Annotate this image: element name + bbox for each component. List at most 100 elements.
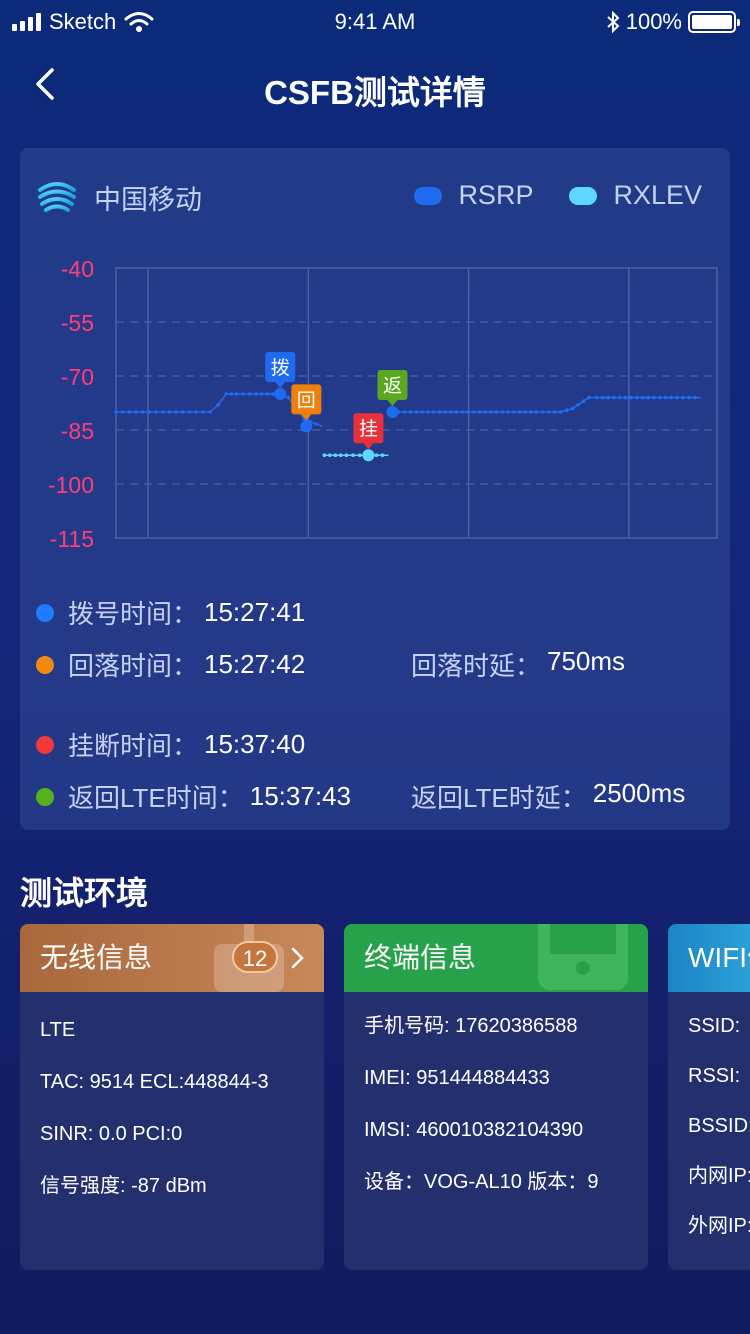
battery-percent: 100% (625, 9, 682, 34)
series-point-rsrp (160, 410, 165, 414)
event-hangup: 挂断时间： 15:37:40 (36, 726, 305, 763)
series-point-rsrp (489, 410, 493, 414)
fallback-delay: 回落时延： 750ms (411, 646, 625, 683)
legend-label-rxlev: RXLEV (613, 180, 702, 210)
series-point-rsrp (114, 410, 118, 414)
series-point-rsrp (224, 392, 228, 396)
y-tick-label: -100 (48, 472, 94, 498)
event-marker-point (386, 406, 399, 418)
series-point-rsrp (675, 395, 679, 400)
chevron-right-icon[interactable] (288, 946, 306, 970)
series-point-rsrp (420, 410, 425, 414)
event-return-lte: 返回LTE时间： 15:37:43 返回LTE时延： 2500ms (36, 778, 726, 815)
wifi-line: 外网IP: (688, 1215, 750, 1237)
y-tick-label: -55 (61, 310, 94, 336)
carrier-name: 中国移动 (94, 184, 202, 215)
series-point-rsrp (174, 410, 178, 414)
series-point-rsrp (431, 410, 436, 414)
battery-icon (688, 11, 740, 33)
series-point-rsrp (612, 395, 616, 400)
nav-bar: CSFB测试详情 (0, 56, 750, 112)
return-lte-time: 15:37:43 (249, 781, 351, 811)
series-point-rsrp (147, 410, 152, 414)
series-point-rsrp (201, 410, 205, 414)
series-point-rsrp (460, 410, 465, 414)
chart-legend: RSRP RXLEV (414, 180, 702, 211)
y-tick-label: -70 (61, 364, 94, 390)
wireless-card-title: 无线信息 (40, 942, 153, 973)
series-point-rsrp (437, 410, 442, 414)
status-right: 100% (606, 9, 740, 35)
wifi-card-header: WIFI信息 (668, 924, 750, 992)
wifi-card-title: WIFI信息 (688, 942, 750, 973)
status-bar: Sketch 9:41 AM 100% (0, 0, 750, 42)
event-dial: 拨号时间： 15:27:41 (36, 594, 305, 631)
fallback-dot-icon (36, 655, 54, 674)
series-point-rsrp (576, 403, 580, 407)
series-point-rsrp (640, 395, 645, 400)
event-marker-point (362, 449, 375, 462)
series-point-rsrp (127, 410, 132, 414)
series-point-rsrp (234, 392, 238, 396)
wireless-count-badge: 12 (232, 941, 278, 973)
series-point-rxlev (344, 453, 349, 457)
series-point-rsrp (483, 410, 487, 414)
series-point-rsrp (663, 395, 668, 400)
return-lte-delay-label: 返回LTE时延： (411, 783, 587, 813)
series-point-rsrp (652, 395, 656, 400)
wireless-info-card[interactable]: 无线信息 12 LTE TAC: 9514 ECL:448844-3 SINR:… (20, 924, 324, 1270)
series-point-rsrp (581, 399, 586, 403)
wireless-line: SINR: 0.0 PCI:0 (40, 1123, 183, 1145)
series-point-rsrp (687, 395, 691, 400)
series-point-rsrp (265, 392, 270, 396)
return-lte-label: 返回LTE时间： (68, 783, 244, 813)
series-point-rsrp (134, 410, 138, 414)
series-point-rxlev (374, 453, 379, 457)
event-fallback: 回落时间： 15:27:42 回落时延： 750ms (36, 646, 726, 683)
legend-item-rsrp: RSRP (414, 180, 533, 211)
event-marker-label: 返 (383, 375, 402, 397)
terminal-line: IMEI: 951444884433 (364, 1067, 550, 1089)
wifi-info-card[interactable]: WIFI信息 SSID: RSSI: BSSID: 内网IP: 外网IP: (668, 924, 750, 1270)
series-point-rxlev (380, 453, 385, 457)
series-point-rsrp (120, 410, 125, 414)
terminal-line: 手机号码: 17620386588 (364, 1015, 578, 1037)
fallback-time: 15:27:42 (204, 649, 306, 679)
wireless-line: 信号强度: -87 dBm (40, 1175, 207, 1197)
series-point-rsrp (477, 410, 482, 414)
fallback-delay-label: 回落时延： (411, 651, 542, 681)
series-point-rsrp (259, 392, 264, 396)
chart-frame (115, 267, 718, 539)
series-point-rsrp (241, 392, 245, 396)
return-lte-delay: 返回LTE时延： 2500ms (411, 778, 685, 815)
event-marker-pointer (363, 443, 374, 450)
series-point-rsrp (546, 410, 551, 414)
series-point-rsrp (454, 410, 459, 414)
series-point-rsrp (414, 410, 419, 414)
series-line-rsrp (392, 396, 701, 413)
signal-chart-card: 中国移动 RSRP RXLEV -40 -55 -70 -85 -100 -115 拨回挂返… (20, 148, 730, 830)
series-point-rsrp (623, 395, 628, 400)
series-point-rsrp (426, 410, 430, 414)
event-marker-pointer (387, 400, 398, 406)
series-point-rsrp (617, 395, 622, 400)
series-point-rsrp (635, 395, 639, 400)
hangup-dot-icon (36, 735, 54, 754)
series-point-rsrp (512, 410, 516, 414)
wifi-line: SSID: (688, 1015, 741, 1037)
series-point-rsrp (629, 395, 633, 400)
series-point-rsrp (564, 408, 569, 412)
event-marker-label: 拨 (271, 357, 290, 379)
hangup-time: 15:37:40 (204, 729, 306, 759)
series-point-rsrp (494, 410, 499, 414)
series-point-rsrp (187, 410, 192, 414)
series-point-rsrp (540, 410, 545, 414)
event-marker-point (300, 420, 313, 433)
fallback-delay-value: 750ms (547, 646, 626, 676)
wifi-line: 内网IP: (688, 1165, 750, 1187)
wifi-card-body: SSID: RSSI: BSSID: 内网IP: 外网IP: (668, 992, 750, 1264)
series-point-rxlev (333, 453, 338, 457)
terminal-info-card[interactable]: 终端信息 手机号码: 17620386588 IMEI: 95144488443… (344, 924, 648, 1270)
series-point-rsrp (254, 392, 259, 396)
dial-time: 15:27:41 (204, 597, 306, 627)
